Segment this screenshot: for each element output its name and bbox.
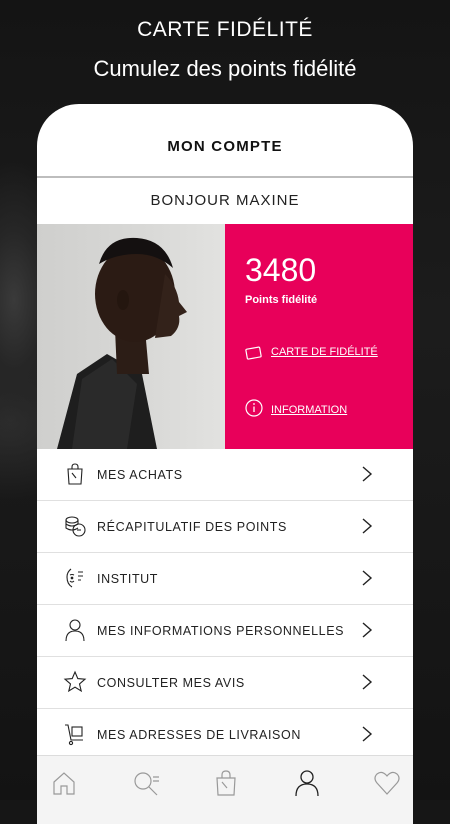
menu-label: RÉCAPITULATIF DES POINTS xyxy=(97,519,287,534)
menu-item-adresses-livraison[interactable]: MES ADRESSES DE LIVRAISON xyxy=(37,709,413,761)
loyalty-panel: 3480 Points fidélité CARTE DE FIDÉLITÉ I… xyxy=(225,224,413,449)
shopping-bag-icon xyxy=(63,462,87,486)
portrait-image xyxy=(37,224,225,449)
menu-label: MES ADRESSES DE LIVRAISON xyxy=(97,727,301,742)
search-icon[interactable] xyxy=(131,768,161,798)
loyalty-card-label: CARTE DE FIDÉLITÉ xyxy=(271,346,378,358)
menu-item-mes-achats[interactable]: MES ACHATS xyxy=(37,449,413,501)
chevron-right-icon xyxy=(361,620,373,640)
menu-item-informations-personnelles[interactable]: MES INFORMATIONS PERSONNELLES xyxy=(37,605,413,657)
points-value: 3480 xyxy=(245,252,317,288)
information-link[interactable]: INFORMATION xyxy=(245,399,381,422)
delivery-icon xyxy=(63,722,87,746)
menu-item-institut[interactable]: INSTITUT xyxy=(37,553,413,605)
menu-item-consulter-avis[interactable]: CONSULTER MES AVIS xyxy=(37,657,413,709)
menu-label: INSTITUT xyxy=(97,571,159,586)
menu-label: CONSULTER MES AVIS xyxy=(97,675,245,690)
bottom-nav xyxy=(37,755,413,824)
phone-screen: MON COMPTE BONJOUR MAXINE 3480 Points fi… xyxy=(37,104,413,824)
loyalty-card-link[interactable]: CARTE DE FIDÉLITÉ xyxy=(245,345,381,366)
promo-title: CARTE FIDÉLITÉ xyxy=(137,18,313,41)
account-menu: MES ACHATS RÉCAPITULATIF DES POINTS INST… xyxy=(37,449,413,761)
information-label: INFORMATION xyxy=(271,404,348,416)
chevron-right-icon xyxy=(361,724,373,744)
face-icon xyxy=(63,566,87,590)
chevron-right-icon xyxy=(361,464,373,484)
points-label: Points fidélité xyxy=(245,294,318,306)
promo-subtitle: Cumulez des points fidélité xyxy=(93,56,357,81)
header-divider xyxy=(37,176,413,178)
menu-label: MES ACHATS xyxy=(97,467,183,482)
account-icon[interactable] xyxy=(292,768,322,798)
greeting: BONJOUR MAXINE xyxy=(150,192,300,209)
info-icon xyxy=(245,399,263,422)
bag-icon[interactable] xyxy=(211,768,241,798)
chevron-right-icon xyxy=(361,516,373,536)
home-icon[interactable] xyxy=(49,768,79,798)
menu-label: MES INFORMATIONS PERSONNELLES xyxy=(97,623,345,638)
page-title: MON COMPTE xyxy=(167,138,283,155)
card-icon xyxy=(245,345,263,366)
loyalty-hero: 3480 Points fidélité CARTE DE FIDÉLITÉ I… xyxy=(37,224,413,449)
menu-item-recapitulatif-points[interactable]: RÉCAPITULATIF DES POINTS xyxy=(37,501,413,553)
chevron-right-icon xyxy=(361,672,373,692)
star-icon xyxy=(63,670,87,694)
coins-icon xyxy=(63,514,87,538)
chevron-right-icon xyxy=(361,568,373,588)
heart-icon[interactable] xyxy=(372,768,402,798)
user-icon xyxy=(63,618,87,642)
